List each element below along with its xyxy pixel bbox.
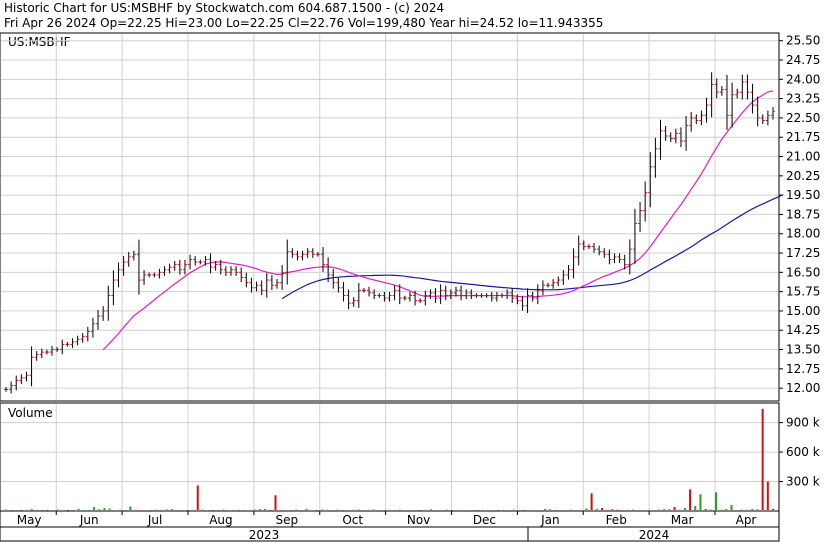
price-y-tick-label: 17.25 [786,246,820,260]
x-axis-year-label: 2023 [249,528,280,542]
price-y-tick-label: 15.75 [786,285,820,299]
x-axis-month-label: Nov [407,513,430,527]
x-axis-month-label: Apr [736,513,757,527]
stock-chart: Historic Chart for US:MSBHF by Stockwatc… [0,0,830,543]
x-axis-month-label: Sep [276,513,299,527]
price-y-tick-label: 24.75 [786,53,820,67]
x-axis-month-label: Oct [342,513,363,527]
x-axis-month-label: Aug [209,513,232,527]
chart-background [0,0,830,543]
x-axis-month-label: Feb [606,513,627,527]
volume-y-tick-label: 300 k [786,475,820,489]
chart-stage: Historic Chart for US:MSBHF by Stockwatc… [0,0,830,543]
price-y-tick-label: 16.50 [786,265,820,279]
price-y-tick-label: 21.75 [786,130,820,144]
price-y-tick-label: 24.00 [786,72,820,86]
price-y-tick-label: 12.75 [786,362,820,376]
price-y-tick-label: 12.00 [786,381,820,395]
price-y-tick-label: 18.00 [786,227,820,241]
volume-y-tick-label: 600 k [786,445,820,459]
volume-y-axis: 900 k 600 k 300 k [779,416,820,489]
x-axis-month-label: Jun [79,513,99,527]
price-y-tick-label: 14.25 [786,323,820,337]
volume-panel-label: Volume [8,406,53,420]
header-line-1: Historic Chart for US:MSBHF by Stockwatc… [4,1,444,15]
price-y-tick-label: 21.00 [786,150,820,164]
x-axis-year-label: 2024 [639,528,670,542]
price-y-tick-label: 22.50 [786,111,820,125]
price-y-tick-label: 18.75 [786,207,820,221]
x-axis-month-label: Dec [473,513,496,527]
price-panel-label: US:MSBHF [8,35,71,49]
x-axis-month-label: Jul [147,513,162,527]
price-y-tick-label: 23.25 [786,92,820,106]
price-y-tick-label: 20.25 [786,169,820,183]
price-y-tick-label: 19.50 [786,188,820,202]
price-y-tick-label: 13.50 [786,343,820,357]
x-axis-month-label: May [17,513,42,527]
price-y-tick-label: 15.00 [786,304,820,318]
x-axis-month-label: Jan [540,513,560,527]
x-axis-month-label: Mar [671,513,694,527]
header-line-2: Fri Apr 26 2024 Op=22.25 Hi=23.00 Lo=22.… [4,16,603,30]
volume-y-tick-label: 900 k [786,416,820,430]
price-y-tick-label: 25.50 [786,34,820,48]
